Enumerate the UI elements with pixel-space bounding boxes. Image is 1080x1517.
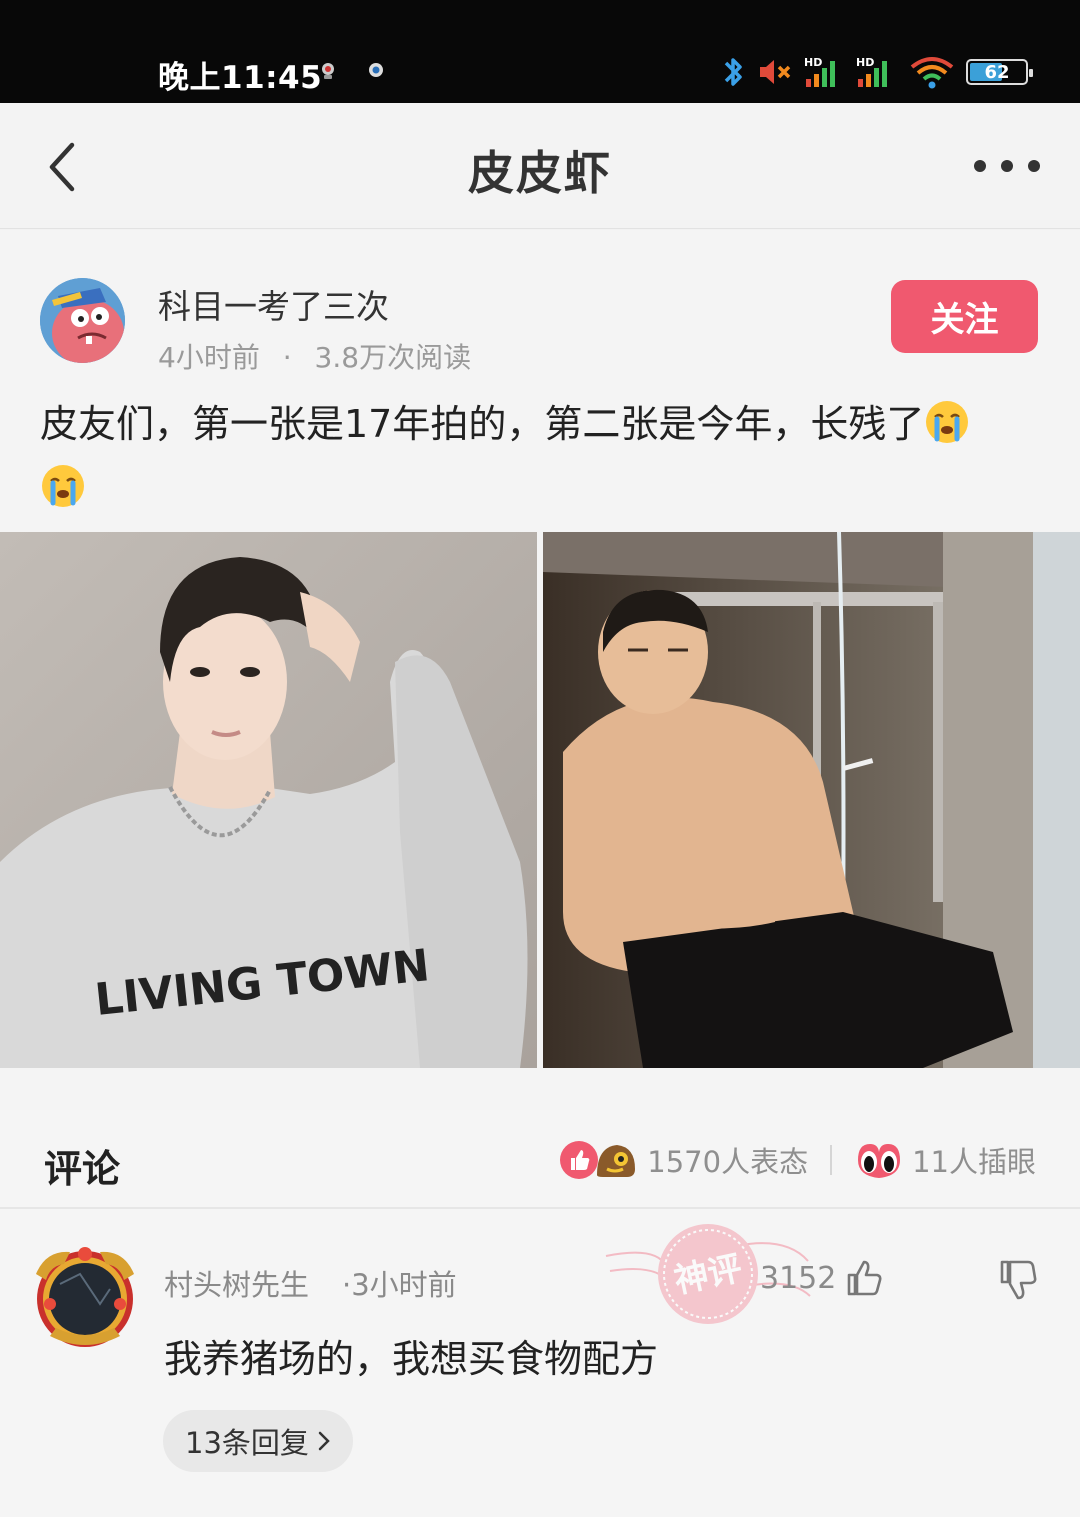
- post-image-2[interactable]: [543, 532, 1080, 1068]
- hd-label: HD: [856, 56, 874, 69]
- author-name[interactable]: 科目一考了三次: [158, 280, 389, 328]
- emoji-reaction-icon: [597, 1145, 636, 1177]
- post-text-content: 皮友们，第一张是17年拍的，第二张是今年，长残了: [40, 402, 925, 446]
- more-options-button[interactable]: [974, 151, 1040, 181]
- eyes-icon: [858, 1144, 901, 1178]
- more-dots-icon: [974, 160, 986, 172]
- reactions-divider: [830, 1145, 833, 1175]
- avatar-frame-icon: [36, 1247, 134, 1347]
- comment-dislike-button[interactable]: [996, 1256, 1040, 1302]
- post-time: 4小时前: [158, 341, 260, 374]
- thumbs-up-icon: [848, 1260, 882, 1296]
- comment-time: ·3小时前: [342, 1268, 457, 1302]
- thumbs-down-icon: [1000, 1260, 1037, 1300]
- notification-icon: [369, 63, 383, 77]
- mute-icon: [760, 60, 791, 84]
- chevron-right-icon: [318, 1431, 330, 1451]
- battery-icon: 62: [966, 59, 1033, 85]
- follow-button[interactable]: 关注: [891, 280, 1038, 353]
- signal-icon: HD: [804, 56, 835, 87]
- app-header: 皮皮虾: [0, 103, 1080, 229]
- meta-separator: ·: [282, 341, 292, 374]
- comment-like-button[interactable]: 3152: [760, 1258, 884, 1298]
- crying-emoji-icon: [42, 465, 84, 507]
- god-comment-badge-text: 神评: [671, 1248, 746, 1301]
- crying-emoji-icon: [926, 401, 969, 443]
- status-time: 晚上11:45: [158, 60, 323, 96]
- author-avatar[interactable]: [40, 278, 125, 363]
- hd-label: HD: [804, 56, 822, 69]
- photo-young-man: LIVING TOWN: [0, 532, 537, 1068]
- post-meta: 4小时前 · 3.8万次阅读: [158, 336, 471, 376]
- comments-section: 评论 1570人表态 11人插眼 村头树先生 ·3小时前 神评 3152 我养猪…: [0, 1110, 1080, 1517]
- comment-like-count: 3152: [760, 1260, 837, 1296]
- wifi-icon: [910, 57, 954, 89]
- post: 科目一考了三次 4小时前 · 3.8万次阅读 关注 皮友们，第一张是17年拍的，…: [0, 230, 1080, 1110]
- status-icons: HD HD 62: [718, 54, 1033, 90]
- commenter-name[interactable]: 村头树先生: [164, 1262, 309, 1304]
- commenter-avatar[interactable]: [30, 1244, 140, 1350]
- post-text: 皮友们，第一张是17年拍的，第二张是今年，长残了: [40, 392, 1040, 520]
- post-image-1[interactable]: LIVING TOWN: [0, 532, 537, 1068]
- page-title: 皮皮虾: [468, 146, 612, 200]
- notification-icon: [322, 63, 334, 79]
- photo-dorm-man: [543, 532, 1080, 1068]
- avatar-image: [40, 278, 125, 363]
- status-bar: 晚上11:45 HD HD 62: [0, 0, 1080, 103]
- comments-title: 评论: [44, 1147, 121, 1191]
- comments-divider: [0, 1207, 1080, 1209]
- battery-percent: 62: [984, 61, 1010, 83]
- view-replies-button[interactable]: 13条回复: [163, 1410, 353, 1472]
- reactions-summary[interactable]: 1570人表态 11人插眼: [559, 1136, 1036, 1184]
- reactions-count: 1570人表态: [647, 1145, 809, 1179]
- comment-text: 我养猪场的，我想买食物配方: [164, 1337, 659, 1381]
- pokes-count: 11人插眼: [912, 1145, 1036, 1179]
- signal-icon: HD: [856, 56, 887, 87]
- bluetooth-icon: [724, 58, 742, 86]
- replies-label: 13条回复: [185, 1426, 309, 1460]
- read-count: 3.8万次阅读: [314, 341, 472, 374]
